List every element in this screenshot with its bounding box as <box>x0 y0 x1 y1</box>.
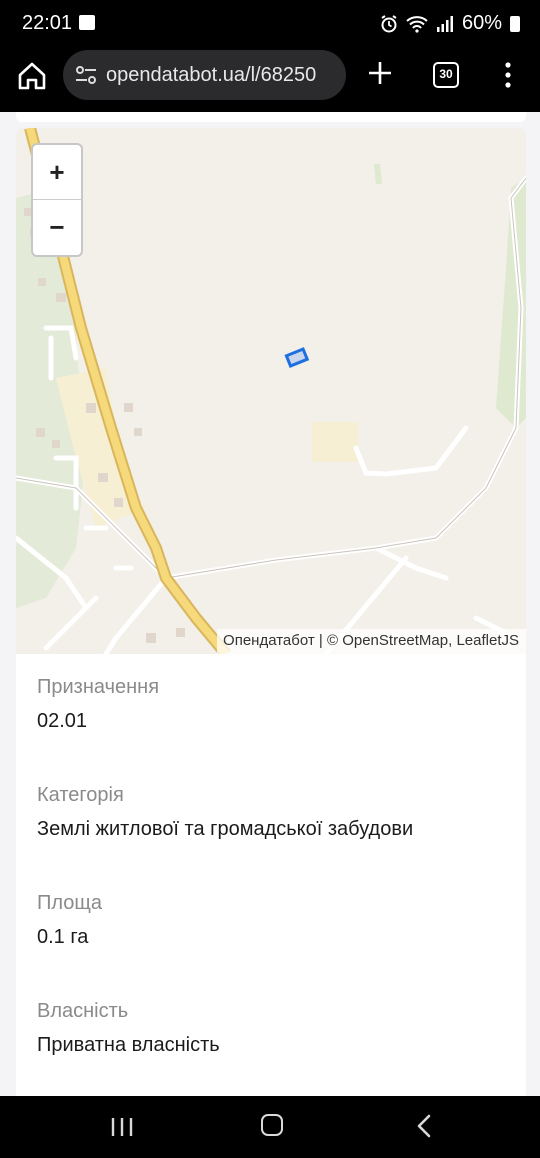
back-icon[interactable] <box>414 1114 434 1138</box>
detail-value: 0.1 га <box>37 926 89 948</box>
address-bar[interactable]: opendatabot.ua/l/68250 <box>63 50 346 100</box>
detail-value: Землі житлової та громадської забудови <box>37 818 414 840</box>
detail-label: Категорія <box>37 784 124 806</box>
zoom-in-button[interactable]: + <box>33 145 81 200</box>
detail-label: Власність <box>37 1000 129 1022</box>
new-tab-icon[interactable] <box>366 59 394 87</box>
url-text[interactable]: opendatabot.ua/l/68250 <box>106 64 338 87</box>
status-time: 22:01 <box>22 12 73 34</box>
status-bar: 22:01 60% <box>0 0 540 46</box>
menu-icon[interactable] <box>498 60 518 90</box>
parcel-map[interactable]: + − Опендатабот | © OpenStreetMap, Leafl… <box>16 128 526 654</box>
attribution-leaflet-link[interactable]: LeafletJS <box>456 632 519 649</box>
attribution-separator: | © <box>314 632 343 649</box>
detail-value: Приватна власність <box>37 1034 220 1056</box>
browser-toolbar: opendatabot.ua/l/68250 30 <box>0 46 540 112</box>
parcel-details: Призначення 02.01 Категорія Землі житлов… <box>37 676 507 1096</box>
home-button-icon[interactable] <box>261 1114 283 1136</box>
map-tiles[interactable] <box>16 128 526 654</box>
detail-label: Призначення <box>37 676 160 698</box>
alarm-icon <box>381 14 397 32</box>
detail-category: Категорія Землі житлової та громадської … <box>37 784 507 892</box>
zoom-control: + − <box>31 143 83 257</box>
system-nav-bar <box>0 1096 540 1158</box>
field-patch <box>312 422 358 462</box>
attribution-osm-link[interactable]: OpenStreetMap <box>342 632 448 649</box>
detail-purpose: Призначення 02.01 <box>37 676 507 784</box>
recent-apps-icon[interactable] <box>110 1117 134 1137</box>
zoom-out-button[interactable]: − <box>33 200 81 255</box>
gallery-icon <box>79 15 95 30</box>
detail-label: Площа <box>37 892 102 914</box>
detail-value: 02.01 <box>37 710 88 732</box>
attribution-opendatabot-link[interactable]: Опендатабот <box>223 632 315 649</box>
battery-icon <box>510 15 520 32</box>
wifi-icon <box>406 15 428 33</box>
home-icon[interactable] <box>14 58 50 94</box>
map-attribution: Опендатабот | © OpenStreetMap, LeafletJS <box>217 629 526 654</box>
site-settings-icon[interactable] <box>75 65 97 85</box>
previous-card-edge <box>16 112 526 122</box>
land-parcel-card: + − Опендатабот | © OpenStreetMap, Leafl… <box>16 128 526 1096</box>
signal-icon <box>436 15 453 32</box>
page-content: + − Опендатабот | © OpenStreetMap, Leafl… <box>0 112 540 1096</box>
status-icons: 60% <box>380 12 520 35</box>
battery-percent: 60% <box>461 12 502 34</box>
detail-area: Площа 0.1 га <box>37 892 507 1000</box>
tabs-icon[interactable]: 30 <box>433 62 459 88</box>
detail-ownership: Власність Приватна власність <box>37 1000 507 1096</box>
